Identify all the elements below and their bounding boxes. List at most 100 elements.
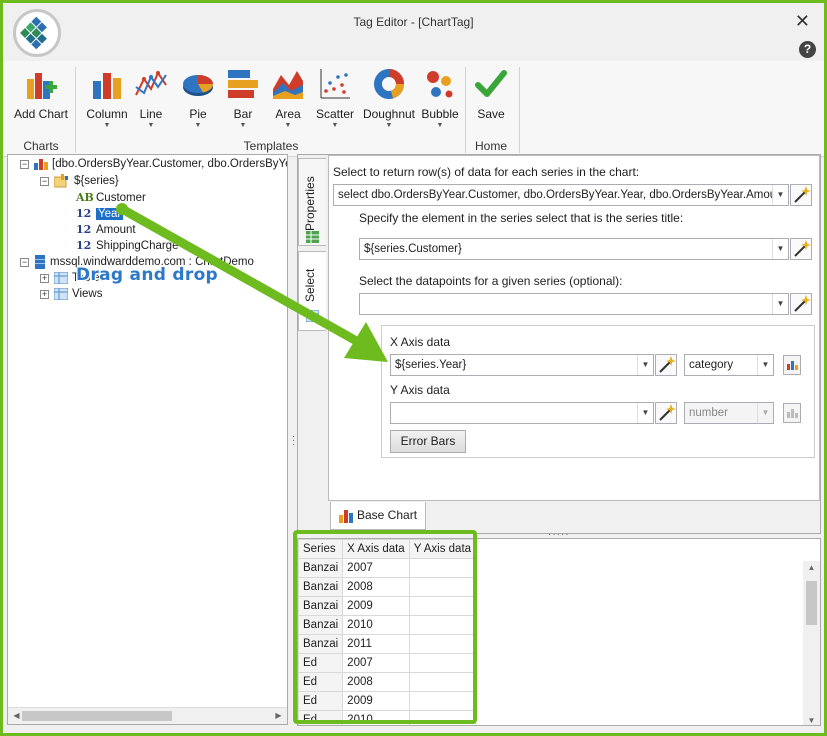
wand-button[interactable]: [790, 184, 812, 206]
scroll-thumb[interactable]: [22, 711, 172, 721]
chevron-down-icon[interactable]: ▼: [757, 403, 773, 423]
column-header[interactable]: Y Axis data: [408, 539, 477, 559]
tree-views-node[interactable]: Views: [54, 286, 102, 302]
doughnut-template-button[interactable]: Doughnut ▼: [358, 65, 420, 135]
chevron-down-icon[interactable]: ▼: [772, 239, 788, 259]
rows-select-combo[interactable]: select dbo.OrdersByYear.Customer, dbo.Or…: [333, 184, 789, 206]
table-row[interactable]: Ed 2007: [298, 653, 477, 673]
bubble-template-button[interactable]: Bubble ▼: [413, 65, 467, 135]
y-axis-label: Y Axis data: [390, 383, 450, 397]
tree-field-customer[interactable]: AB Customer: [76, 190, 146, 206]
expand-toggle[interactable]: +: [40, 290, 49, 299]
wand-button[interactable]: [790, 293, 812, 315]
table-cell[interactable]: [408, 710, 477, 725]
table-cell[interactable]: 2008: [342, 577, 410, 597]
table-cell[interactable]: [408, 672, 477, 692]
tree-series-node[interactable]: ${series}: [54, 173, 119, 189]
y-axis-type-select[interactable]: number ▼: [684, 402, 774, 424]
add-chart-icon: [27, 73, 57, 99]
grid-vertical-scrollbar[interactable]: ▲ ▼: [803, 561, 820, 725]
table-row[interactable]: Banzai 2007: [298, 558, 477, 578]
axis-options-button[interactable]: [783, 403, 801, 423]
table-cell[interactable]: [408, 634, 477, 654]
scroll-thumb[interactable]: [806, 581, 817, 625]
table-cell[interactable]: Ed: [298, 710, 344, 725]
table-cell[interactable]: [408, 577, 477, 597]
table-row[interactable]: Ed 2010: [298, 710, 477, 725]
help-button[interactable]: ?: [799, 41, 816, 58]
properties-pane: Properties Select Select to return row(s…: [297, 154, 821, 534]
column-header[interactable]: X Axis data: [342, 539, 410, 559]
tree-field-shippingcharge[interactable]: 12 ShippingCharge: [76, 238, 178, 254]
table-cell[interactable]: Ed: [298, 691, 344, 711]
table-cell[interactable]: [408, 653, 477, 673]
scroll-right-icon[interactable]: ▶: [270, 711, 287, 720]
table-row[interactable]: Banzai 2010: [298, 615, 477, 635]
table-row[interactable]: Banzai 2009: [298, 596, 477, 616]
tree-field-year[interactable]: 12 Year: [76, 206, 124, 222]
table-cell[interactable]: Banzai: [298, 615, 344, 635]
datapoints-combo[interactable]: ▼: [359, 293, 789, 315]
series-node-label: ${series}: [74, 175, 119, 187]
expand-toggle[interactable]: −: [20, 160, 29, 169]
wand-button[interactable]: [655, 402, 677, 424]
error-bars-button[interactable]: Error Bars: [390, 430, 466, 453]
table-cell[interactable]: 2009: [342, 596, 410, 616]
drag-and-drop-annotation: Drag and drop: [76, 265, 219, 285]
chevron-down-icon[interactable]: ▼: [637, 403, 653, 423]
table-row[interactable]: Banzai 2008: [298, 577, 477, 597]
table-row[interactable]: Ed 2009: [298, 691, 477, 711]
x-axis-type-select[interactable]: category ▼: [684, 354, 774, 376]
table-cell[interactable]: 2007: [342, 653, 410, 673]
tab-base-chart[interactable]: Base Chart: [330, 502, 426, 530]
table-cell[interactable]: Banzai: [298, 577, 344, 597]
expand-toggle[interactable]: −: [20, 258, 29, 267]
table-cell[interactable]: [408, 615, 477, 635]
table-cell[interactable]: Ed: [298, 653, 344, 673]
table-cell[interactable]: Ed: [298, 672, 344, 692]
wand-button[interactable]: [790, 238, 812, 260]
splitter-grip[interactable]: · · ·: [292, 432, 295, 450]
chevron-down-icon[interactable]: ▼: [772, 185, 788, 205]
expand-toggle[interactable]: −: [40, 177, 49, 186]
tree-root-node[interactable]: [dbo.OrdersByYear.Customer, dbo.OrdersBy…: [34, 156, 287, 172]
line-template-button[interactable]: Line ▼: [124, 65, 178, 135]
tab-properties[interactable]: Properties: [298, 158, 326, 246]
chevron-down-icon[interactable]: ▼: [772, 294, 788, 314]
table-cell[interactable]: 2010: [342, 710, 410, 725]
table-cell[interactable]: Banzai: [298, 558, 344, 578]
column-header[interactable]: Series: [298, 539, 344, 559]
tab-select[interactable]: Select: [298, 251, 326, 331]
table-cell[interactable]: 2009: [342, 691, 410, 711]
table-cell[interactable]: Banzai: [298, 634, 344, 654]
close-button[interactable]: ✕: [795, 11, 810, 32]
scroll-up-icon[interactable]: ▲: [803, 563, 820, 572]
table-cell[interactable]: 2007: [342, 558, 410, 578]
save-button[interactable]: Save: [464, 65, 518, 135]
table-cell[interactable]: Banzai: [298, 596, 344, 616]
axis-options-button[interactable]: [783, 355, 801, 375]
scroll-down-icon[interactable]: ▼: [803, 716, 820, 725]
x-axis-combo[interactable]: ${series.Year} ▼: [390, 354, 654, 376]
add-chart-button[interactable]: Add Chart: [13, 65, 69, 135]
chevron-down-icon[interactable]: ▼: [757, 355, 773, 375]
tree-field-amount[interactable]: 12 Amount: [76, 222, 136, 238]
select-panel: Select to return row(s) of data for each…: [328, 155, 820, 501]
expand-toggle[interactable]: +: [40, 274, 49, 283]
table-cell[interactable]: [408, 691, 477, 711]
scatter-template-button[interactable]: Scatter ▼: [307, 65, 363, 135]
y-axis-combo[interactable]: ▼: [390, 402, 654, 424]
table-cell[interactable]: 2008: [342, 672, 410, 692]
table-cell[interactable]: 2011: [342, 634, 410, 654]
table-cell[interactable]: [408, 596, 477, 616]
table-row[interactable]: Banzai 2011: [298, 634, 477, 654]
table-row[interactable]: Ed 2008: [298, 672, 477, 692]
select-icon: [306, 310, 319, 322]
wand-button[interactable]: [655, 354, 677, 376]
table-cell[interactable]: [408, 558, 477, 578]
table-cell[interactable]: 2010: [342, 615, 410, 635]
tree-horizontal-scrollbar[interactable]: ◀ ▶: [8, 707, 287, 724]
chevron-down-icon[interactable]: ▼: [637, 355, 653, 375]
series-title-combo[interactable]: ${series.Customer} ▼: [359, 238, 789, 260]
y-axis-type-value: number: [689, 407, 728, 419]
